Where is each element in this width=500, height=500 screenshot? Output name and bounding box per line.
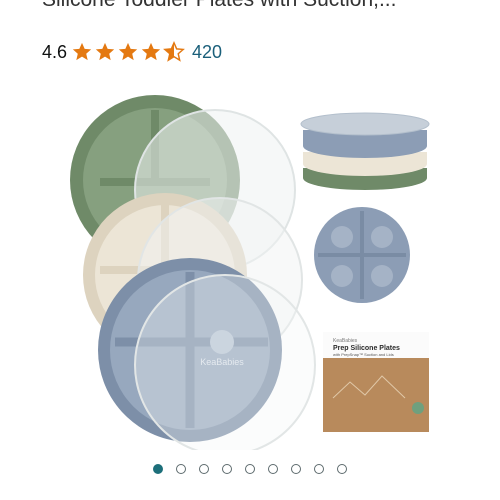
star-icon: [141, 42, 161, 61]
carousel-dot-active[interactable]: [153, 464, 163, 474]
svg-text:KeaBabies: KeaBabies: [333, 338, 358, 344]
plate-underside: [314, 207, 410, 303]
carousel-dot[interactable]: [176, 464, 186, 474]
stacked-plates: [300, 112, 430, 190]
svg-text:with PrepSnap™ Suction and Lid: with PrepSnap™ Suction and Lids: [333, 352, 394, 357]
review-count-link[interactable]: 420: [192, 42, 222, 63]
carousel-dots: [0, 464, 500, 474]
half-star-icon: [163, 41, 185, 62]
carousel-dot[interactable]: [268, 464, 278, 474]
product-box: KeaBabies Prep Silicone Plates with Prep…: [323, 332, 429, 432]
star-icon: [118, 42, 138, 61]
star-icon: [95, 42, 115, 61]
product-image[interactable]: KeaBabies KeaBabies Prep Silicone Plates…: [40, 80, 460, 450]
star-rating: [71, 41, 186, 63]
carousel-dot[interactable]: [314, 464, 324, 474]
carousel-dot[interactable]: [222, 464, 232, 474]
product-title[interactable]: Silicone Toddler Plates with Suction,...: [42, 0, 482, 12]
clear-lid: [134, 274, 316, 450]
rating-row[interactable]: 4.6 420: [42, 38, 222, 66]
carousel-dot[interactable]: [337, 464, 347, 474]
carousel-dot[interactable]: [199, 464, 209, 474]
star-icon: [72, 42, 92, 61]
carousel-dot[interactable]: [245, 464, 255, 474]
svg-text:Prep Silicone Plates: Prep Silicone Plates: [333, 345, 400, 352]
rating-value: 4.6: [42, 41, 68, 62]
carousel-dot[interactable]: [291, 464, 301, 474]
